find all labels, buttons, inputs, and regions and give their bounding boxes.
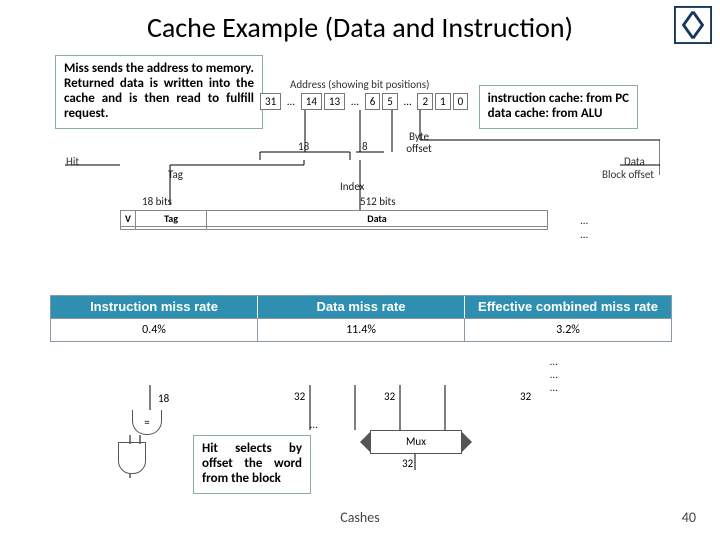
cache-dots: …	[580, 228, 588, 241]
bit-6: 6	[365, 93, 381, 110]
page-number: 40	[682, 509, 696, 526]
byte-offset-label-2: offset	[400, 142, 438, 155]
word-width-0: 32	[294, 390, 305, 403]
word-select-mux: Mux	[370, 430, 462, 454]
bit-14: 14	[301, 93, 322, 110]
address-heading: Address (showing bit positions)	[290, 78, 429, 91]
miss-rate-header-data: Data miss rate	[258, 296, 465, 318]
tag-bus-width: 18 bits	[142, 195, 172, 208]
data-output-label: Data	[624, 155, 645, 168]
miss-rate-table: Instruction miss rate Data miss rate Eff…	[50, 295, 672, 342]
cache-diagram: Address (showing bit positions) 31 … 14 …	[60, 60, 660, 480]
word-width-2: 32	[520, 390, 531, 403]
miss-rate-value-combined: 3.2%	[465, 318, 671, 341]
word-width-1: 32	[384, 390, 395, 403]
bit-dots: …	[400, 95, 416, 108]
miss-rate-value-instruction: 0.4%	[51, 318, 258, 341]
bit-2: 2	[417, 93, 433, 110]
university-logo	[674, 6, 712, 44]
cache-dots: …	[580, 214, 588, 227]
cache-dots: …	[550, 381, 558, 394]
cache-array: V Tag Data … …	[120, 210, 570, 230]
cache-col-data: Data	[207, 211, 548, 227]
page-title: Cache Example (Data and Instruction)	[0, 10, 720, 45]
footer-center: Cashes	[0, 509, 720, 526]
miss-rate-header-instruction: Instruction miss rate	[51, 296, 258, 318]
tag-path-label: Tag	[168, 168, 183, 181]
block-offset-label: Block offset	[602, 168, 654, 181]
cache-dots: …	[310, 418, 318, 431]
data-bus-width: 512 bits	[360, 195, 396, 208]
cache-dots: …	[550, 355, 558, 368]
comparator-input-width: 18	[158, 392, 169, 405]
bit-31: 31	[260, 93, 281, 110]
cache-dots: …	[550, 368, 558, 381]
index-path-label: Index	[340, 180, 364, 193]
bit-13: 13	[324, 93, 345, 110]
bit-5: 5	[382, 93, 398, 110]
index-width-label: 8	[362, 140, 368, 153]
bit-dots: …	[347, 95, 363, 108]
mux-output-width: 32	[402, 457, 413, 470]
address-bit-positions: 31 … 14 13 … 6 5 … 2 1 0	[260, 92, 470, 110]
cache-col-tag: Tag	[136, 211, 207, 227]
miss-rate-header-combined: Effective combined miss rate	[465, 296, 671, 318]
hit-output-label: Hit	[66, 155, 79, 168]
bit-0: 0	[453, 93, 469, 110]
bit-dots: …	[283, 95, 299, 108]
hit-and-gate	[118, 442, 146, 474]
bit-1: 1	[435, 93, 451, 110]
cache-col-valid: V	[121, 211, 136, 227]
miss-rate-value-data: 11.4%	[258, 318, 465, 341]
tag-width-label: 18	[298, 140, 309, 153]
tag-comparator: =	[132, 410, 162, 435]
